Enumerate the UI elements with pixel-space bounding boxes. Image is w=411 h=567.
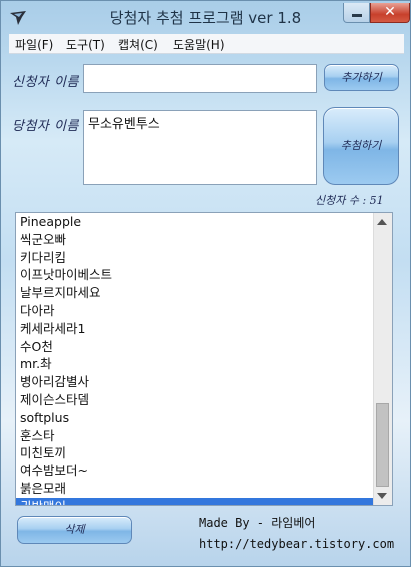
draw-button[interactable]: 추첨하기 [323, 107, 399, 185]
menu-file[interactable]: 파일(F) [15, 36, 53, 53]
menu-tools[interactable]: 도구(T) [66, 36, 105, 53]
list-item[interactable]: 제이슨스타뎀 [16, 391, 373, 409]
list-item[interactable]: 날부르지마세요 [16, 284, 373, 302]
menu-help[interactable]: 도움말(H) [173, 36, 225, 53]
list-scrollbar[interactable] [373, 213, 392, 505]
applicant-list[interactable]: Pineapple 씩군오빠 키다리킴 이프낫마이베스트 날부르지마세요 다아라… [15, 212, 393, 506]
applicant-list-items: Pineapple 씩군오빠 키다리킴 이프낫마이베스트 날부르지마세요 다아라… [16, 213, 373, 505]
list-item[interactable]: 씩군오빠 [16, 231, 373, 249]
menu-bar: 파일(F) 도구(T) 캡쳐(C) 도움말(H) [9, 34, 404, 54]
list-item[interactable]: 여수밤보더~ [16, 462, 373, 480]
list-item[interactable]: 키다리킴 [16, 249, 373, 267]
applicant-name-input[interactable] [83, 64, 317, 93]
scroll-down-icon[interactable] [377, 493, 387, 499]
list-item[interactable]: 훈스타 [16, 427, 373, 445]
menu-capture[interactable]: 캡쳐(C) [118, 36, 158, 53]
list-item[interactable]: mr.촤 [16, 355, 373, 373]
delete-button[interactable]: 삭제 [17, 516, 132, 544]
author-url: http://tedybear.tistory.com [199, 537, 395, 551]
applicant-count: 신청자 수 : 51 [315, 194, 384, 207]
list-item[interactable]: 수O천 [16, 338, 373, 356]
minimize-button[interactable] [343, 3, 370, 23]
list-item[interactable]: 붉은모래 [16, 480, 373, 498]
applicant-name-label: 신청자 이름 [12, 75, 79, 90]
scroll-thumb[interactable] [376, 403, 389, 487]
close-button[interactable]: ✕ [370, 3, 410, 23]
close-icon: ✕ [384, 4, 396, 20]
add-button[interactable]: 추가하기 [324, 64, 399, 91]
minimize-icon [352, 14, 362, 17]
list-item[interactable]: 병아리감별사 [16, 373, 373, 391]
list-item-selected[interactable]: 귓방맹이 [16, 497, 373, 505]
list-item[interactable]: 이프낫마이베스트 [16, 266, 373, 284]
scroll-up-icon[interactable] [377, 219, 387, 225]
list-item[interactable]: softplus [16, 409, 373, 427]
list-item[interactable]: Pineapple [16, 213, 373, 231]
winner-name-label: 당첨자 이름 [12, 119, 79, 134]
made-by-credit: Made By - 라임베어 [199, 516, 316, 530]
title-bar[interactable]: 당첨자 추첨 프로그램 ver 1.8 ✕ [1, 1, 410, 35]
app-window: 당첨자 추첨 프로그램 ver 1.8 ✕ 파일(F) 도구(T) 캡쳐(C) … [0, 0, 411, 567]
winner-name-field[interactable]: 무소유벤투스 [83, 110, 317, 185]
list-item[interactable]: 미친토끼 [16, 444, 373, 462]
list-item[interactable]: 다아라 [16, 302, 373, 320]
list-item[interactable]: 케세라세라1 [16, 320, 373, 338]
